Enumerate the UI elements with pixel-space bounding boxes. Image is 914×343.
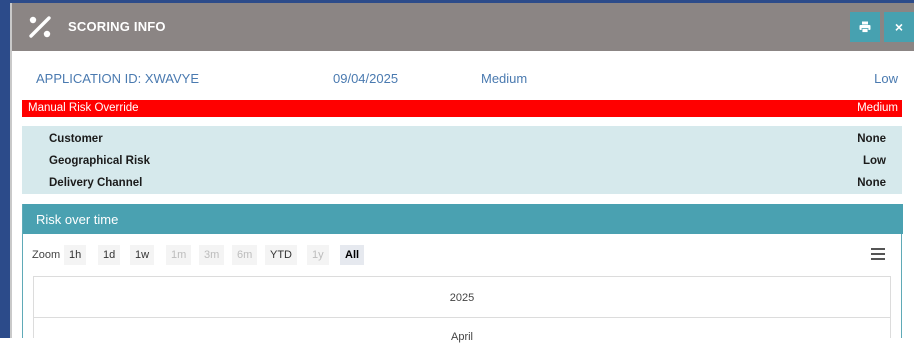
manual-risk-override-bar: Manual Risk Override Medium: [22, 100, 902, 117]
zoom-button-1w[interactable]: 1w: [130, 245, 155, 265]
timeline-year-label: 2025: [449, 292, 475, 304]
factor-row-delivery-channel: Delivery Channel None: [22, 172, 902, 194]
dialog-titlebar: SCORING INFO ×: [12, 3, 914, 51]
risk-over-time-panel: Risk over time Zoom 1h 1d 1w 1m 3m 6m YT…: [22, 204, 903, 343]
zoom-button-1y[interactable]: 1y: [307, 245, 329, 265]
application-date: 09/04/2025: [333, 71, 399, 86]
timeline-divider: [34, 317, 890, 318]
application-id: APPLICATION ID: XWAVYE: [36, 71, 200, 86]
application-risk-result: Low: [874, 71, 898, 86]
zoom-label: Zoom: [32, 249, 61, 261]
timeline-month-label: April: [450, 331, 473, 343]
risk-factors-panel: Customer None Geographical Risk Low Deli…: [22, 126, 902, 194]
close-icon: ×: [894, 19, 904, 35]
zoom-button-6m[interactable]: 6m: [232, 245, 258, 265]
factor-name: Customer: [49, 133, 103, 145]
factor-row-geographical-risk: Geographical Risk Low: [22, 150, 902, 172]
zoom-button-1d[interactable]: 1d: [98, 245, 121, 265]
window-frame-border: [10, 3, 12, 338]
close-button[interactable]: ×: [884, 12, 914, 42]
print-button[interactable]: [850, 12, 880, 42]
panel-header: Risk over time: [23, 204, 903, 234]
timeline-navigator[interactable]: 2025 April: [33, 276, 891, 343]
override-value: Medium: [857, 102, 898, 114]
zoom-button-1m[interactable]: 1m: [166, 245, 192, 265]
override-label: Manual Risk Override: [28, 102, 139, 114]
application-summary-row: APPLICATION ID: XWAVYE 09/04/2025 Medium…: [22, 51, 902, 99]
dialog-title: SCORING INFO: [68, 19, 166, 34]
zoom-toolbar: Zoom 1h 1d 1w 1m 3m 6m YTD 1y All: [23, 244, 901, 266]
zoom-button-3m[interactable]: 3m: [199, 245, 225, 265]
window-frame-left: [0, 0, 10, 338]
zoom-button-1h[interactable]: 1h: [64, 245, 87, 265]
factor-value: None: [857, 177, 886, 189]
percent-icon: [29, 16, 51, 38]
panel-title: Risk over time: [36, 212, 119, 227]
factor-value: None: [857, 133, 886, 145]
factor-value: Low: [863, 155, 886, 167]
zoom-button-all[interactable]: All: [340, 245, 365, 265]
application-risk-level: Medium: [481, 71, 528, 86]
hamburger-menu-icon[interactable]: [871, 248, 885, 260]
zoom-button-ytd[interactable]: YTD: [265, 245, 297, 265]
factor-row-customer: Customer None: [22, 128, 902, 150]
factor-name: Geographical Risk: [49, 155, 150, 167]
print-icon: [859, 21, 871, 33]
factor-name: Delivery Channel: [49, 177, 143, 189]
